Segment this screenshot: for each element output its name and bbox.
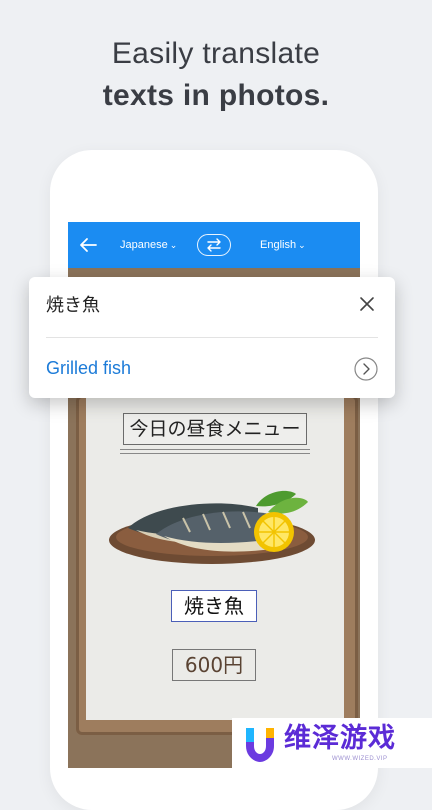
source-text: 焼き魚	[46, 295, 100, 316]
watermark-logo-icon	[246, 728, 274, 762]
target-language-label: English	[260, 239, 297, 251]
close-icon[interactable]	[359, 296, 375, 312]
source-language-selector[interactable]: Japanese ⌄	[120, 236, 177, 254]
detected-text-menu-title[interactable]: 今日の昼食メニュー	[123, 413, 307, 445]
grilled-fish-illustration	[109, 490, 315, 564]
chevron-right-circle-icon[interactable]	[354, 357, 378, 381]
chevron-down-icon: ⌄	[298, 240, 306, 250]
translation-card: 焼き魚 Grilled fish	[29, 277, 395, 398]
detected-text-dish-name[interactable]: 焼き魚	[171, 590, 257, 622]
target-language-selector[interactable]: English ⌄	[260, 236, 306, 254]
headline-line-2: texts in photos.	[102, 79, 330, 112]
arrow-left-icon[interactable]	[76, 235, 100, 255]
swap-languages-button[interactable]	[197, 234, 231, 256]
translated-text[interactable]: Grilled fish	[46, 356, 131, 380]
promo-headline: Easily translate texts in photos.	[0, 36, 432, 116]
swap-arrows-icon	[207, 238, 221, 252]
chevron-down-icon: ⌄	[169, 240, 178, 250]
headline-line-1: Easily translate	[111, 37, 321, 70]
menu-title-underline	[120, 449, 310, 454]
app-toolbar: Japanese ⌄ English ⌄	[68, 222, 360, 268]
card-divider	[46, 337, 378, 338]
watermark-url: WWW.WIZED.VIP	[332, 756, 388, 762]
watermark-text: 维泽游戏	[284, 723, 396, 754]
detected-text-price[interactable]: 600円	[172, 649, 256, 681]
site-watermark: 维泽游戏 WWW.WIZED.VIP	[232, 718, 432, 768]
source-language-label: Japanese	[120, 239, 168, 251]
